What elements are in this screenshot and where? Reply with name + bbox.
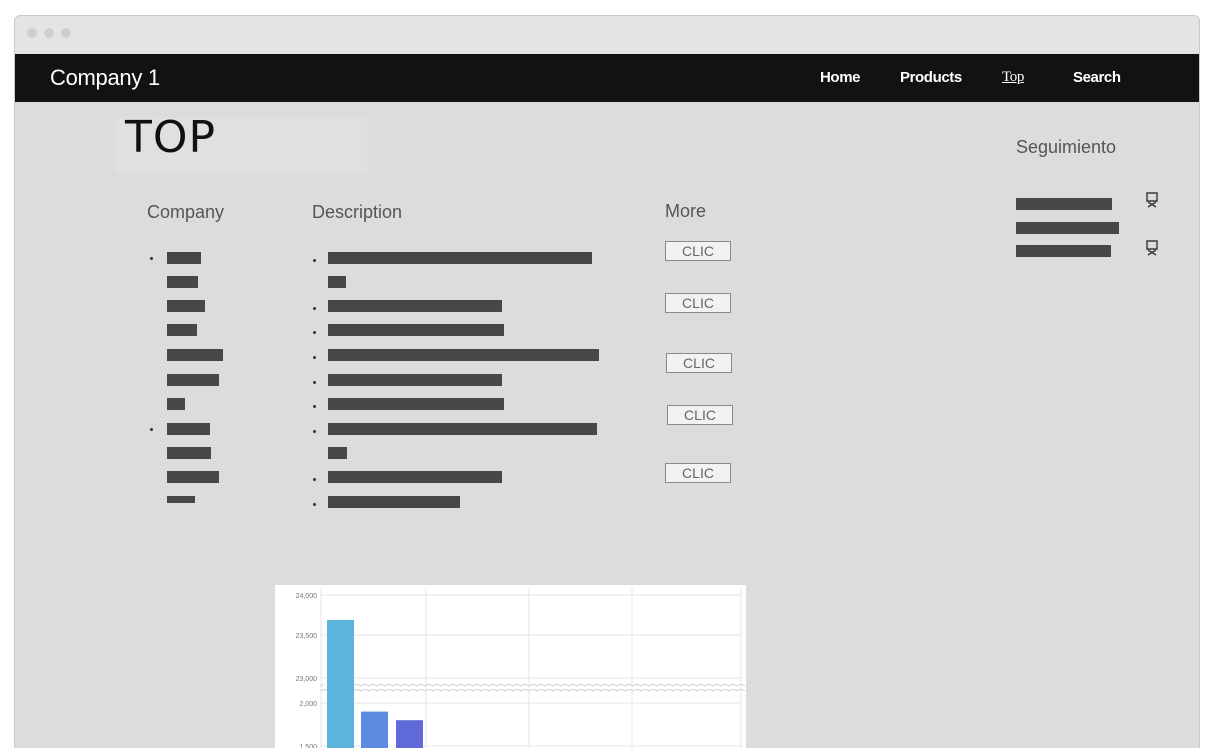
company-placeholder[interactable] — [167, 423, 210, 435]
bar-chart: 24,000 23,500 23,000 2,000 1,500 — [275, 585, 746, 755]
list-bullet — [150, 257, 153, 260]
company-placeholder[interactable] — [167, 398, 185, 410]
page-title: TOP — [125, 112, 217, 163]
clic-button[interactable]: CLIC — [665, 293, 731, 313]
y-tick-label: 24,000 — [296, 593, 318, 600]
y-tick-label: 1,500 — [299, 744, 317, 748]
nav-link-top[interactable]: Top — [1002, 69, 1024, 86]
company-placeholder[interactable] — [167, 447, 211, 459]
clic-button[interactable]: CLIC — [665, 241, 731, 261]
brand-logo[interactable]: Company 1 — [50, 65, 160, 91]
minimize-window-icon[interactable] — [44, 28, 54, 38]
clic-button[interactable]: CLIC — [666, 353, 732, 373]
close-window-icon[interactable] — [27, 28, 37, 38]
company-placeholder[interactable] — [167, 471, 219, 483]
description-placeholder — [328, 324, 504, 336]
list-bullet — [313, 331, 316, 334]
column-header-description: Description — [312, 202, 403, 222]
company-placeholder[interactable] — [167, 496, 195, 503]
list-bullet — [313, 307, 316, 310]
company-placeholder[interactable] — [167, 324, 197, 336]
list-bullet — [313, 478, 316, 481]
chart-bar — [396, 720, 423, 748]
y-tick-label: 2,000 — [299, 701, 317, 708]
chart-bar — [361, 711, 388, 748]
clic-button[interactable]: CLIC — [667, 405, 733, 425]
list-bullet — [313, 259, 316, 262]
y-tick-label: 23,000 — [296, 676, 318, 683]
description-placeholder — [328, 300, 502, 312]
nav-link-products[interactable]: Products — [900, 69, 962, 86]
company-placeholder[interactable] — [167, 374, 219, 386]
list-bullet — [313, 381, 316, 384]
y-tick-label: 23,500 — [296, 633, 318, 640]
company-placeholder[interactable] — [167, 300, 205, 312]
column-header-more: More — [665, 201, 707, 221]
description-placeholder — [328, 447, 347, 459]
tracking-item-placeholder[interactable] — [1016, 198, 1112, 210]
bookmark-remove-icon[interactable] — [1145, 240, 1159, 256]
description-placeholder — [328, 398, 504, 410]
description-placeholder — [328, 349, 599, 361]
top-navbar: Company 1 Home Products Top Search — [15, 54, 1199, 102]
description-placeholder — [328, 374, 502, 386]
bookmark-remove-icon[interactable] — [1145, 192, 1159, 208]
bar-chart-svg: 24,000 23,500 23,000 2,000 1,500 — [296, 589, 746, 751]
description-placeholder — [328, 252, 592, 264]
chart-bar — [327, 619, 354, 748]
description-placeholder — [328, 423, 597, 435]
company-placeholder[interactable] — [167, 276, 198, 288]
description-placeholder — [328, 496, 460, 508]
list-bullet — [313, 430, 316, 433]
sidebar-title: Seguimiento — [1016, 137, 1117, 157]
company-placeholder[interactable] — [167, 252, 201, 264]
tracking-item-placeholder[interactable] — [1016, 245, 1111, 257]
list-bullet — [313, 405, 316, 408]
axis-break-line — [320, 689, 746, 692]
maximize-window-icon[interactable] — [61, 28, 71, 38]
column-header-company: Company — [147, 202, 225, 222]
list-bullet — [313, 503, 316, 506]
axis-break-line — [320, 684, 746, 687]
list-bullet — [313, 356, 316, 359]
description-placeholder — [328, 276, 346, 288]
list-bullet — [150, 428, 153, 431]
clic-button[interactable]: CLIC — [665, 463, 731, 483]
nav-link-home[interactable]: Home — [820, 69, 860, 86]
nav-link-search[interactable]: Search — [1073, 69, 1121, 86]
description-placeholder — [328, 471, 502, 483]
tracking-item-placeholder[interactable] — [1016, 222, 1119, 234]
company-placeholder[interactable] — [167, 349, 223, 361]
window-titlebar — [15, 16, 1199, 54]
